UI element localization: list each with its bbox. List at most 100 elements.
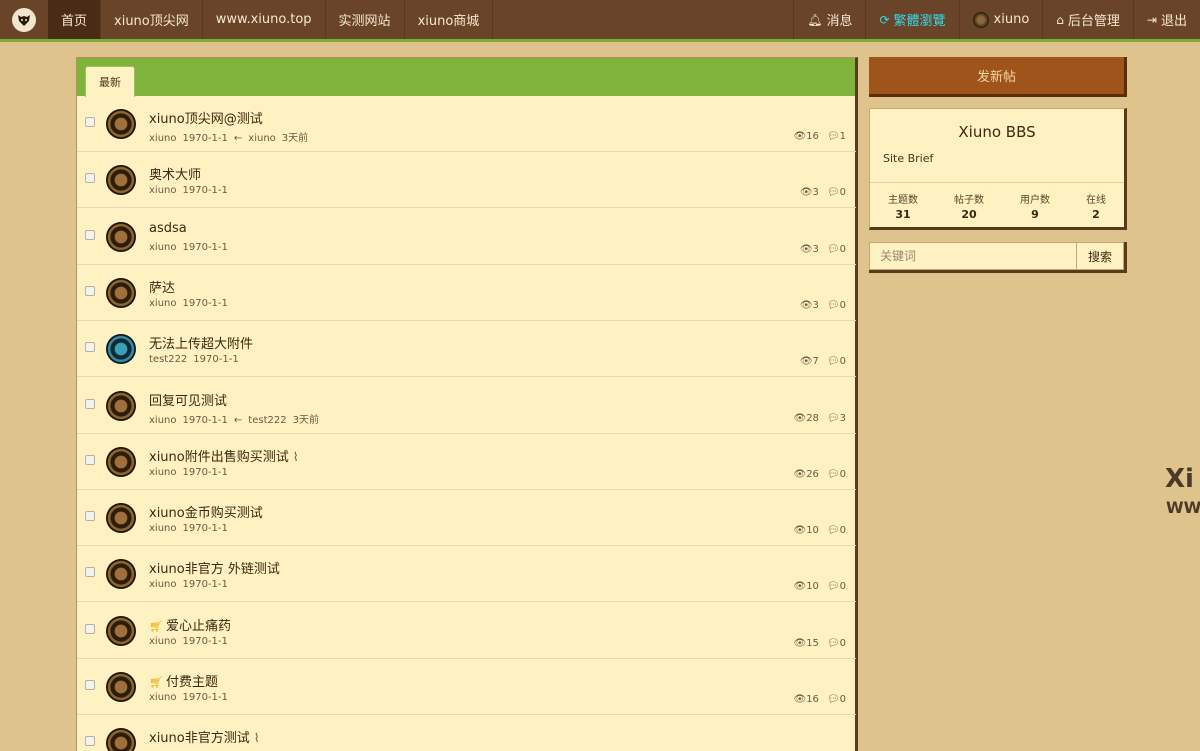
thread-title[interactable]: xiuno金币购买测试 [149,502,263,521]
author-avatar[interactable] [106,109,136,139]
last-reply-time: 3天前 [281,133,309,144]
thread-author[interactable]: xiuno [149,185,177,196]
author-avatar[interactable] [106,221,136,252]
last-reply-arrow-icon: ← [233,133,243,144]
nav-traditional[interactable]: ⟳ 繁體瀏覽 [865,0,958,39]
thread-checkbox[interactable] [85,567,95,578]
thread-date: 1970-1-1 [182,297,228,309]
nav-traditional-label: 繁體瀏覽 [893,14,946,29]
nav-xiuno-top-url[interactable]: www.xiuno.top [203,0,326,39]
stat-online: 在线 2 [1086,191,1106,221]
comment-icon: 💬︎ [826,131,840,142]
thread-row[interactable]: 🛒︎ 付费主题 xiuno 1970-1-1 👁︎16 💬︎0 [77,659,856,715]
nav-admin[interactable]: ⌂ 后台管理 [1042,0,1133,39]
nav-user-label: xiuno [993,12,1030,27]
thread-row[interactable]: 奥术大师 xiuno 1970-1-1 👁︎3 💬︎0 [77,152,856,209]
thread-meta: xiuno 1970-1-1 ← xiuno 3天前 [149,129,314,144]
thread-author[interactable]: xiuno [149,242,177,253]
author-avatar[interactable] [106,165,136,196]
author-avatar[interactable] [106,672,136,702]
thread-checkbox[interactable] [85,285,95,296]
thread-row[interactable]: 无法上传超大附件 test222 1970-1-1 👁︎7 💬︎0 [77,321,856,378]
thread-checkbox[interactable] [85,173,95,184]
thread-title[interactable]: xiuno非官方 外链测试 [149,558,280,577]
thread-row[interactable]: 回复可见测试 xiuno 1970-1-1 ← test222 3天前 👁︎28 💬︎3 [77,378,856,434]
thread-author[interactable]: xiuno [149,467,177,478]
thread-meta: xiuno 1970-1-1 [149,523,234,534]
stat-label: 用户数 [1020,195,1050,206]
nav-test-site[interactable]: 实测网站 [326,0,405,39]
thread-title[interactable]: xiuno非官方测试 ⌇ [149,727,260,746]
thread-checkbox[interactable] [85,398,95,409]
thread-author[interactable]: xiuno [149,133,177,144]
thread-row[interactable]: xiuno顶尖网@测试 xiuno 1970-1-1 ← xiuno 3天前 👁︎16 💬︎1 [77,96,856,152]
eye-icon: 👁︎ [793,581,807,593]
author-avatar[interactable] [106,503,136,534]
stat-posts: 帖子数 20 [954,191,984,221]
site-brief: Site Brief [883,152,934,165]
thread-checkbox[interactable] [85,117,95,127]
thread-author[interactable]: xiuno [149,298,177,309]
author-avatar[interactable] [106,334,136,365]
author-avatar[interactable] [106,728,136,751]
thread-meta: xiuno 1970-1-1 [149,636,234,647]
author-avatar[interactable] [106,390,136,421]
tab-latest[interactable]: 最新 [85,66,135,97]
nav-home[interactable]: 首页 [48,0,102,39]
last-reply-user[interactable]: xiuno [248,133,276,144]
view-count: 16 [806,694,819,705]
stat-label: 在线 [1086,195,1106,206]
thread-checkbox[interactable] [85,229,95,240]
thread-title[interactable]: asdsa [149,221,187,236]
thread-checkbox[interactable] [85,454,95,465]
thread-title[interactable]: 🛒︎ 爱心止痛药 [149,615,231,634]
thread-checkbox[interactable] [85,511,95,522]
thread-stats: 👁︎10 💬︎0 [793,525,846,536]
thread-title[interactable]: 奥术大师 [149,164,201,183]
search-input[interactable] [869,242,1077,270]
thread-row[interactable]: 🛒︎ 爱心止痛药 xiuno 1970-1-1 👁︎15 💬︎0 [77,603,856,659]
thread-author[interactable]: xiuno [149,415,177,426]
thread-title[interactable]: 🛒︎ 付费主题 [149,671,218,690]
thread-row[interactable]: xiuno附件出售购买测试 ⌇ xiuno 1970-1-1 👁︎26 💬︎0 [77,434,856,490]
thread-checkbox[interactable] [85,736,95,747]
author-avatar[interactable] [106,615,136,646]
thread-stats: 👁︎16 💬︎1 [793,131,846,142]
home-icon: ⌂ [1056,12,1064,27]
comment-icon: 💬︎ [826,637,840,649]
new-post-button[interactable]: 发新帖 [869,57,1127,97]
thread-title[interactable]: xiuno顶尖网@测试 [149,108,263,127]
thread-row[interactable]: asdsa xiuno 1970-1-1 👁︎3 💬︎0 [77,209,856,265]
thread-author[interactable]: xiuno [149,692,177,703]
thread-title[interactable]: 无法上传超大附件 [149,333,253,352]
logo[interactable] [0,0,48,39]
author-avatar[interactable] [106,559,136,590]
last-reply-user[interactable]: test222 [248,415,286,426]
thread-row[interactable]: xiuno金币购买测试 xiuno 1970-1-1 👁︎10 💬︎0 [77,490,856,547]
thread-row[interactable]: xiuno非官方测试 ⌇ [77,715,856,751]
thread-author[interactable]: xiuno [149,636,177,647]
stat-value: 9 [1031,208,1039,221]
nav-messages[interactable]: 🔔︎ 消息 [793,0,865,39]
thread-title[interactable]: 萨达 [149,277,175,296]
thread-author[interactable]: xiuno [149,579,177,590]
thread-row[interactable]: 萨达 xiuno 1970-1-1 👁︎3 💬︎0 [77,265,856,321]
author-avatar[interactable] [106,277,136,308]
thread-author[interactable]: xiuno [149,523,177,534]
search-button[interactable]: 搜索 [1077,242,1124,270]
thread-checkbox[interactable] [85,342,95,353]
thread-checkbox[interactable] [85,680,95,690]
thread-author[interactable]: test222 [149,354,187,365]
thread-row[interactable]: xiuno非官方 外链测试 xiuno 1970-1-1 👁︎10 💬︎0 [77,546,856,603]
attachment-icon: ⌇ [253,731,260,746]
reply-count: 0 [839,299,846,311]
thread-title[interactable]: 回复可见测试 [149,390,227,409]
nav-xiuno-shop[interactable]: xiuno商城 [405,0,494,39]
thread-title[interactable]: xiuno附件出售购买测试 ⌇ [149,446,299,465]
nav-user[interactable]: xiuno [958,0,1043,39]
thread-checkbox[interactable] [85,623,95,634]
nav-xiuno-top-cn[interactable]: xiuno顶尖网 [101,0,203,39]
nav-logout[interactable]: ⇥ 退出 [1132,0,1200,39]
author-avatar[interactable] [106,446,136,477]
thread-title-text: 萨达 [149,280,176,296]
